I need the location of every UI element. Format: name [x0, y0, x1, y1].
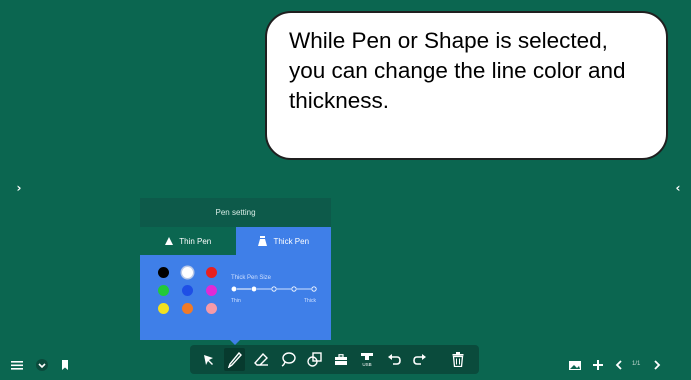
usb-button[interactable]: USB — [356, 348, 377, 371]
shapes-icon — [307, 352, 322, 367]
tab-thin-pen-label: Thin Pen — [179, 236, 212, 246]
main-toolbar: USB — [190, 345, 479, 374]
callout-text: While Pen or Shape is selected, you can … — [289, 28, 626, 113]
expand-left-panel-arrow-icon[interactable]: › — [13, 181, 25, 195]
color-palette — [158, 267, 217, 314]
bookmark-icon[interactable] — [58, 359, 72, 371]
pen-tool-button[interactable] — [224, 348, 245, 371]
eraser-icon — [254, 352, 268, 366]
size-step[interactable] — [231, 286, 237, 292]
color-swatch[interactable] — [206, 285, 217, 296]
color-swatch[interactable] — [158, 285, 169, 296]
undo-icon — [387, 353, 401, 365]
redo-button[interactable] — [409, 348, 430, 371]
color-swatch[interactable] — [158, 303, 169, 314]
select-tool-button[interactable] — [198, 348, 219, 371]
toolbox-icon — [334, 353, 347, 365]
tab-thin-pen[interactable]: Thin Pen — [140, 227, 236, 255]
size-step[interactable] — [311, 286, 317, 292]
usb-icon: USB — [360, 353, 373, 367]
shape-tool-button[interactable] — [304, 348, 325, 371]
chevron-down-icon[interactable] — [35, 359, 49, 371]
page-indicator: 1/1 — [632, 361, 641, 367]
pen-type-tabs: Thin Pen Thick Pen — [140, 227, 331, 255]
pen-options: Thick Pen Size Thin Thick — [140, 255, 331, 340]
toolbox-button[interactable] — [330, 348, 351, 371]
usb-icon-label: USB — [362, 362, 371, 367]
tab-thick-pen[interactable]: Thick Pen — [235, 227, 331, 255]
color-swatch[interactable] — [182, 285, 193, 296]
undo-button[interactable] — [383, 348, 404, 371]
image-icon[interactable] — [568, 359, 582, 371]
instruction-callout: While Pen or Shape is selected, you can … — [265, 11, 668, 160]
next-page-icon[interactable] — [652, 359, 662, 371]
color-swatch[interactable] — [182, 303, 193, 314]
select-arrow-icon — [203, 354, 213, 365]
pen-icon — [227, 351, 242, 368]
lasso-icon — [281, 352, 296, 367]
color-swatch[interactable] — [206, 303, 217, 314]
pen-size-label: Thick Pen Size — [231, 275, 272, 281]
color-swatch[interactable] — [158, 267, 169, 278]
thick-pen-icon — [258, 235, 268, 246]
trash-icon — [452, 352, 463, 367]
pen-size-slider[interactable] — [231, 284, 317, 294]
add-page-icon[interactable] — [592, 359, 604, 371]
color-swatch[interactable] — [206, 267, 217, 278]
size-step[interactable] — [271, 286, 277, 292]
eraser-tool-button[interactable] — [251, 348, 272, 371]
pen-setting-title: Pen setting — [140, 198, 331, 227]
expand-right-panel-arrow-icon[interactable]: ‹ — [672, 181, 684, 195]
size-step[interactable] — [251, 286, 257, 292]
delete-button[interactable] — [447, 348, 468, 371]
tab-thick-pen-label: Thick Pen — [273, 236, 310, 246]
previous-page-icon[interactable] — [614, 359, 624, 371]
thin-pen-icon — [165, 236, 174, 245]
size-min-label: Thin — [231, 298, 241, 304]
redo-icon — [412, 353, 426, 365]
menu-icon[interactable] — [10, 359, 24, 371]
size-step[interactable] — [291, 286, 297, 292]
color-swatch[interactable] — [182, 267, 193, 278]
pen-setting-panel: Pen setting Thin Pen Thick Pen Thick Pen… — [140, 198, 331, 340]
size-max-label: Thick — [304, 298, 316, 304]
lasso-tool-button[interactable] — [278, 348, 299, 371]
